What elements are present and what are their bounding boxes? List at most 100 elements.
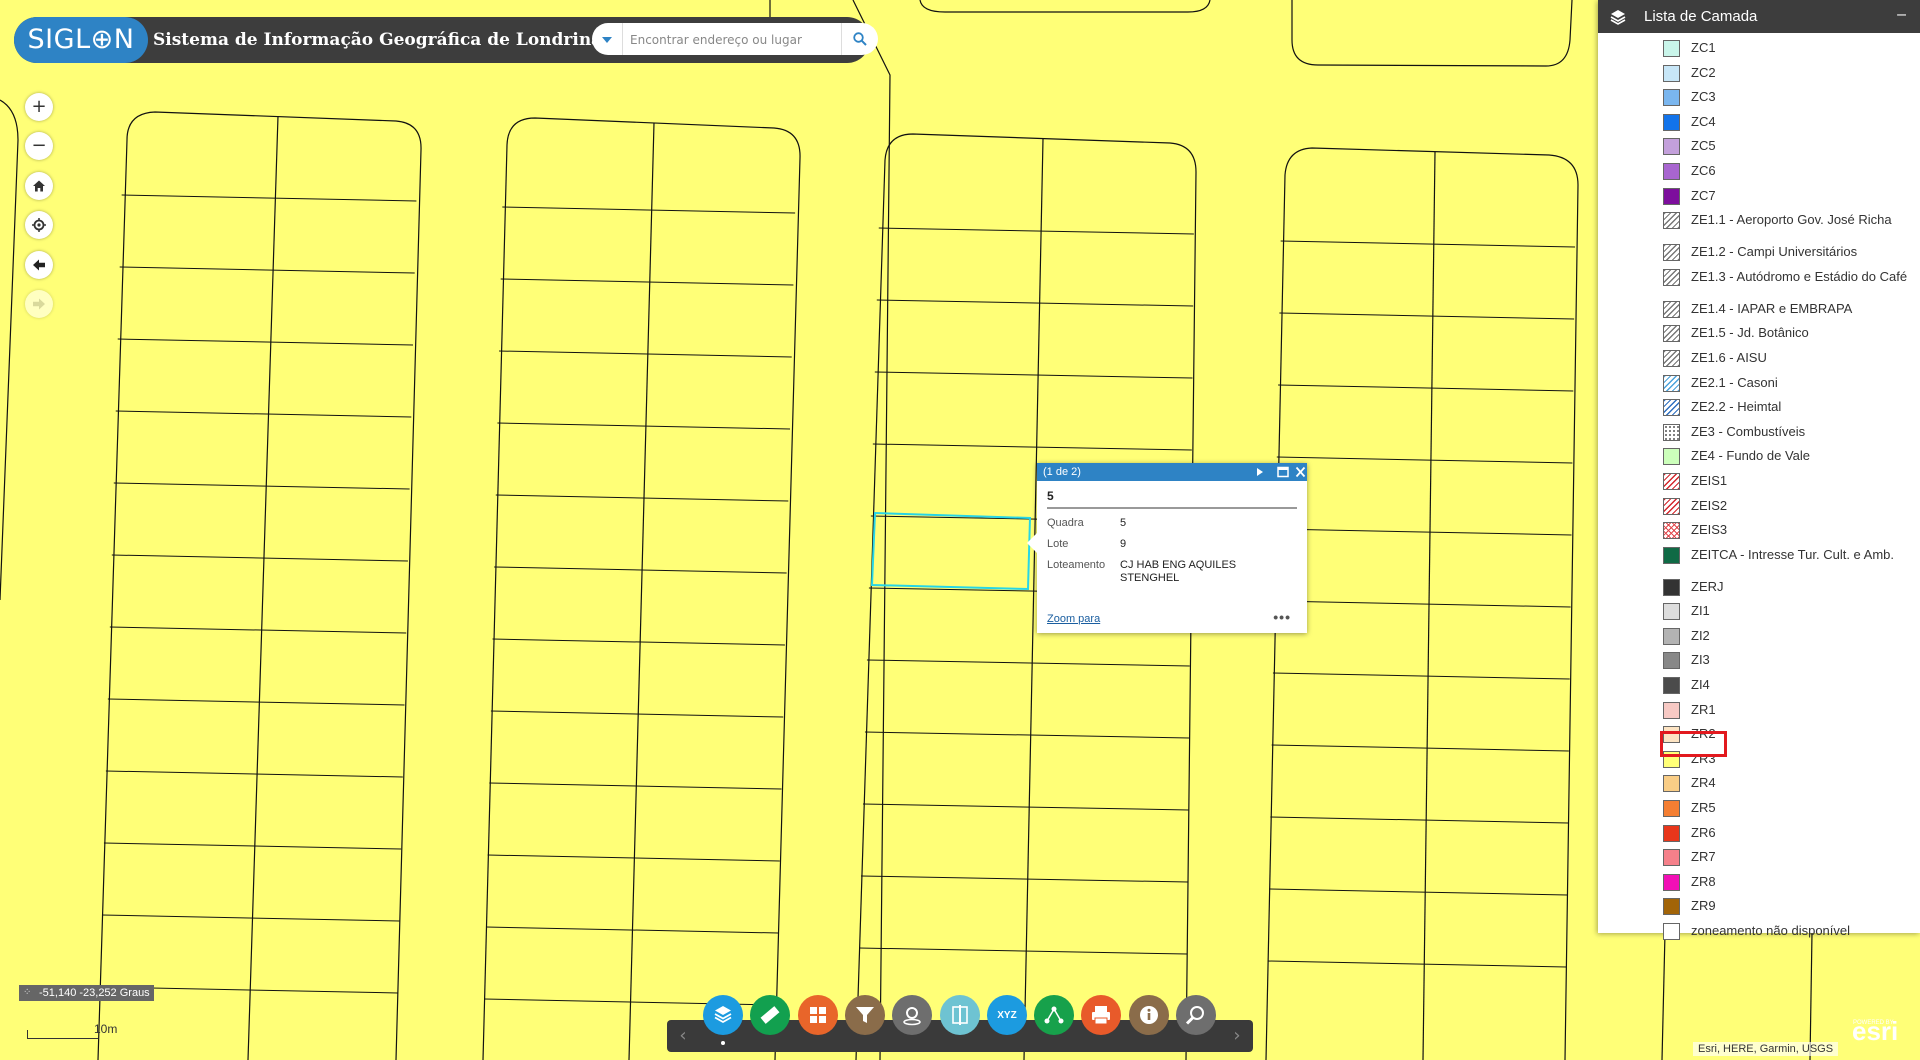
share-tool[interactable] bbox=[1034, 995, 1075, 1035]
esri-logo[interactable]: esri bbox=[1852, 1016, 1898, 1047]
legend-swatch bbox=[1663, 89, 1680, 107]
legend-item: ZE1.5 - Jd. Botânico bbox=[1598, 322, 1920, 347]
lot-line bbox=[107, 698, 405, 706]
previous-extent-button[interactable] bbox=[25, 251, 53, 279]
share-icon bbox=[1044, 1006, 1064, 1024]
lot-line bbox=[103, 842, 402, 850]
legend-label: ZR8 bbox=[1691, 873, 1716, 889]
legend-label: ZEIS1 bbox=[1691, 472, 1728, 488]
legend-item: ZE2.1 - Casoni bbox=[1598, 372, 1920, 397]
legend-item: ZEITCA - Intresse Tur. Cult. e Amb. bbox=[1598, 544, 1920, 576]
legend-item: ZE1.1 - Aeroporto Gov. José Richa bbox=[1598, 209, 1920, 241]
attribute-value: 5 bbox=[1120, 517, 1127, 529]
legend-label: ZI3 bbox=[1691, 652, 1710, 668]
legend-item: ZR5 bbox=[1598, 797, 1920, 822]
layer-list-title: Lista de Camada bbox=[1644, 8, 1758, 25]
legend-label: ZE1.3 - Autódromo e Estádio do Café bbox=[1691, 268, 1908, 284]
next-extent-button[interactable] bbox=[25, 290, 53, 318]
popup-counter: (1 de 2) bbox=[1043, 466, 1081, 478]
zoom-in-button[interactable]: + bbox=[25, 93, 53, 121]
zoom-out-button[interactable]: − bbox=[25, 132, 53, 160]
legend-list: ZC1 ZC2 ZC3 ZC4 ZC5 ZC6 ZC7 ZE1.1 - Aeroporto G… bbox=[1598, 37, 1920, 945]
coordinate-tool[interactable]: XYZ bbox=[986, 995, 1027, 1035]
grid-icon bbox=[809, 1007, 826, 1023]
swipe-tool[interactable] bbox=[939, 995, 980, 1035]
legend-swatch bbox=[1663, 399, 1680, 417]
scale-bar bbox=[27, 1030, 98, 1039]
lot-line bbox=[489, 782, 782, 790]
lot-line bbox=[866, 659, 1190, 667]
legend-label: zoneamento não disponível bbox=[1691, 923, 1851, 938]
legend-swatch bbox=[1663, 522, 1680, 540]
popup-close-button[interactable] bbox=[1293, 463, 1309, 481]
basemap-tool[interactable] bbox=[797, 995, 838, 1035]
lot-line bbox=[878, 227, 1194, 235]
maximize-icon bbox=[1277, 466, 1289, 478]
toolbar-next-button[interactable]: › bbox=[1225, 1020, 1249, 1052]
legend-label: ZC2 bbox=[1691, 64, 1716, 80]
more-options-button[interactable]: ••• bbox=[1273, 609, 1291, 625]
filter-tool[interactable] bbox=[844, 995, 885, 1035]
printer-icon bbox=[1092, 1006, 1111, 1025]
legend-label: ZC5 bbox=[1691, 138, 1716, 154]
draw-tool[interactable] bbox=[892, 995, 933, 1035]
query-tool[interactable] bbox=[1176, 995, 1216, 1035]
legend-swatch bbox=[1663, 472, 1680, 490]
attribute-value: 9 bbox=[1120, 538, 1127, 550]
search-source-dropdown[interactable] bbox=[592, 23, 623, 55]
lot-line bbox=[864, 731, 1190, 739]
legend-swatch bbox=[1663, 873, 1680, 891]
legend-label: ZI2 bbox=[1691, 627, 1710, 643]
zoom-to-link[interactable]: Zoom para bbox=[1047, 613, 1100, 625]
legend-item: ZE1.2 - Campi Universitários bbox=[1598, 241, 1920, 266]
legend-label: ZI4 bbox=[1691, 677, 1710, 693]
locate-button[interactable] bbox=[25, 211, 53, 239]
measure-tool[interactable] bbox=[750, 995, 791, 1035]
search-button[interactable] bbox=[841, 23, 878, 55]
legend-item: ZC6 bbox=[1598, 160, 1920, 185]
layer-list-tool[interactable] bbox=[703, 995, 743, 1035]
lot-line bbox=[1269, 888, 1568, 896]
legend-swatch bbox=[1663, 300, 1680, 318]
legend-swatch bbox=[1663, 652, 1680, 670]
legend-item: ZEIS3 bbox=[1598, 519, 1920, 544]
ruler-icon bbox=[760, 1006, 780, 1024]
attribute-row: Loteamento CJ HAB ENG AQUILES STENGHEL bbox=[1047, 559, 1307, 585]
legend-label: ZE1.4 - IAPAR e EMBRAPA bbox=[1691, 300, 1853, 316]
layers-icon bbox=[1610, 10, 1626, 25]
search-widget bbox=[592, 23, 878, 55]
legend-swatch bbox=[1663, 325, 1680, 343]
legend-item: ZC3 bbox=[1598, 86, 1920, 111]
legend-label: ZE3 - Combustíveis bbox=[1691, 423, 1806, 439]
lot-line bbox=[872, 443, 1192, 451]
legend-label: ZC7 bbox=[1691, 187, 1716, 203]
legend-label: ZE2.2 - Heimtal bbox=[1691, 399, 1782, 415]
lot-line bbox=[499, 350, 792, 358]
about-tool[interactable] bbox=[1128, 995, 1169, 1035]
parcel-boundary bbox=[0, 99, 19, 601]
popup-next-button[interactable] bbox=[1252, 463, 1268, 481]
legend-item: ZERJ bbox=[1598, 576, 1920, 601]
legend-label: ZC1 bbox=[1691, 40, 1716, 55]
swipe-icon bbox=[951, 1005, 968, 1025]
lot-line bbox=[876, 299, 1194, 307]
legend-label: ZE1.6 - AISU bbox=[1691, 349, 1767, 365]
app-logo[interactable]: SIGL⊕N bbox=[14, 17, 148, 63]
print-tool[interactable] bbox=[1081, 995, 1122, 1035]
popup-attributes: Quadra 5 Lote 9 Loteamento CJ HAB ENG AQ… bbox=[1047, 517, 1307, 585]
legend-label: ZR9 bbox=[1691, 898, 1716, 914]
home-button[interactable] bbox=[25, 172, 53, 200]
toolbar-prev-button[interactable]: ‹ bbox=[671, 1020, 695, 1052]
active-tool-indicator bbox=[721, 1041, 725, 1045]
coordinate-display[interactable]: ⁘ -51,140 -23,252 Graus bbox=[19, 985, 154, 1001]
search-input[interactable] bbox=[628, 23, 832, 55]
lot-line bbox=[1270, 816, 1568, 824]
legend-label: ZE1.5 - Jd. Botânico bbox=[1691, 325, 1809, 341]
legend-swatch bbox=[1663, 268, 1680, 286]
popup-maximize-button[interactable] bbox=[1275, 463, 1291, 481]
legend-swatch bbox=[1663, 775, 1680, 793]
legend-swatch bbox=[1663, 627, 1680, 645]
minimize-button[interactable]: – bbox=[1897, 0, 1906, 31]
lot-line bbox=[119, 266, 415, 274]
legend-item: ZE1.6 - AISU bbox=[1598, 347, 1920, 372]
